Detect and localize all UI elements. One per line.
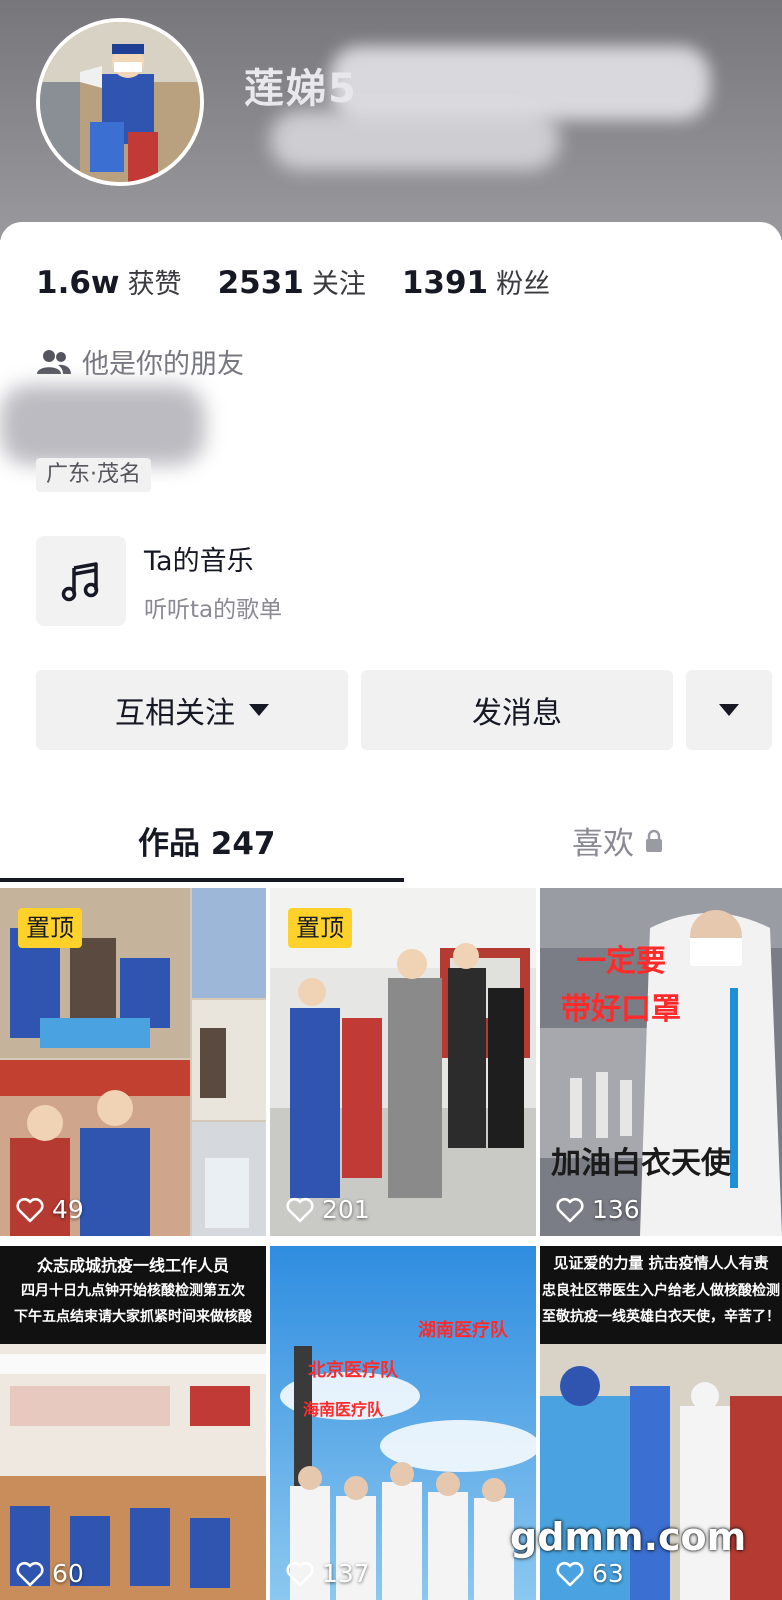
heart-icon: [556, 1561, 584, 1586]
mutual-follow-button[interactable]: 互相关注: [36, 670, 348, 750]
caption-line: 海南医疗队: [302, 1400, 383, 1419]
like-count: 60: [16, 1559, 84, 1588]
pinned-badge: 置顶: [18, 908, 82, 948]
video-tile[interactable]: 北京医疗队 湖南医疗队 海南医疗队 137: [270, 1246, 536, 1600]
caption-line: 四月十日九点钟开始核酸检测第五次: [21, 1283, 245, 1299]
heart-icon: [556, 1197, 584, 1222]
more-options-button[interactable]: [686, 670, 772, 750]
stat-label: 粉丝: [496, 269, 551, 300]
music-entry[interactable]: Ta的音乐 听听ta的歌单: [36, 536, 282, 626]
like-count: 136: [556, 1195, 640, 1224]
stat-likes[interactable]: 1.6w 获赞: [36, 262, 182, 301]
heart-icon: [16, 1561, 44, 1586]
caption-top: 一定要: [576, 944, 666, 979]
message-label: 发消息: [472, 696, 562, 731]
send-message-button[interactable]: 发消息: [361, 670, 673, 750]
video-tile[interactable]: 置顶 49: [0, 888, 266, 1236]
caret-down-icon: [719, 704, 739, 716]
like-count-value: 63: [592, 1559, 624, 1588]
caption-line: 湖南医疗队: [418, 1320, 508, 1341]
follow-label: 互相关注: [115, 696, 235, 731]
stat-number: 1.6w: [36, 265, 120, 301]
stat-label: 关注: [311, 269, 366, 300]
heart-icon: [286, 1197, 314, 1222]
music-note-icon: [61, 562, 99, 602]
friend-text: 他是你的朋友: [82, 349, 244, 380]
friend-indicator: 他是你的朋友: [36, 342, 244, 381]
active-tab-indicator: [0, 878, 404, 882]
like-count: 63: [556, 1559, 624, 1588]
like-count-value: 60: [52, 1559, 84, 1588]
caption-line: 北京医疗队: [308, 1360, 398, 1381]
stats-row: 1.6w 获赞 2531 关注 1391 粉丝: [36, 262, 586, 301]
profile-header: 莲娣5: [0, 0, 782, 240]
tab-likes[interactable]: 喜欢: [572, 818, 664, 863]
watermark: gdmm.com: [510, 1515, 747, 1559]
music-title: Ta的音乐: [144, 545, 254, 577]
location-tag: 广东·茂名: [36, 458, 151, 492]
heart-icon: [286, 1561, 314, 1586]
avatar[interactable]: [36, 18, 204, 186]
video-tile[interactable]: 一定要 带好口罩 加油白衣天使 136: [540, 888, 782, 1236]
blurred-bio: [0, 385, 205, 465]
pinned-badge: 置顶: [288, 908, 352, 948]
tab-likes-label: 喜欢: [572, 826, 634, 862]
like-count-value: 201: [322, 1195, 370, 1224]
caption-mid: 带好口罩: [561, 992, 681, 1027]
music-subtitle: 听听ta的歌单: [144, 596, 283, 623]
caption-bottom: 加油白衣天使: [551, 1146, 731, 1181]
video-tile[interactable]: 众志成城抗疫一线工作人员 四月十日九点钟开始核酸检测第五次 下午五点结束请大家抓…: [0, 1246, 266, 1600]
lock-icon: [646, 829, 662, 852]
caret-down-icon: [249, 704, 269, 716]
heart-icon: [16, 1197, 44, 1222]
friends-icon: [37, 349, 71, 374]
stat-number: 1391: [401, 265, 489, 301]
video-tile[interactable]: 置顶 201: [270, 888, 536, 1236]
like-count: 201: [286, 1195, 370, 1224]
content-tabs: 作品 247 喜欢: [0, 808, 782, 884]
caption-line: 至敬抗疫一线英雄白衣天使，辛苦了！: [542, 1309, 780, 1325]
music-thumb: [36, 536, 126, 626]
like-count-value: 49: [52, 1195, 84, 1224]
caption-line: 忠良社区带医生入户给老人做核酸检测: [542, 1283, 780, 1299]
stat-followers[interactable]: 1391 粉丝: [402, 262, 550, 301]
like-count-value: 136: [592, 1195, 640, 1224]
tab-works[interactable]: 作品 247: [138, 818, 276, 863]
blurred-redaction: [330, 46, 710, 120]
stat-label: 获赞: [127, 269, 182, 300]
like-count-value: 137: [322, 1559, 370, 1588]
like-count: 49: [16, 1195, 84, 1224]
caption-line: 下午五点结束请大家抓紧时间来做核酸: [14, 1309, 252, 1325]
stat-number: 2531: [217, 265, 304, 301]
like-count: 137: [286, 1559, 370, 1588]
caption-line: 见证爱的力量 抗击疫情人人有责: [553, 1254, 769, 1272]
blurred-redaction: [270, 110, 560, 170]
stat-following[interactable]: 2531 关注: [218, 262, 366, 301]
video-thumbnail: [270, 1246, 536, 1600]
caption-line: 众志成城抗疫一线工作人员: [36, 1256, 229, 1275]
